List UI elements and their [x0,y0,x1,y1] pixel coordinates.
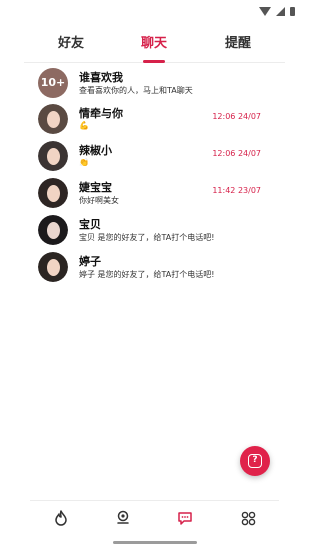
chat-preview: 💪 [79,121,89,130]
chat-preview: 👏 [79,158,89,167]
chat-time: 12:06 24/07 [212,149,261,158]
flame-icon [55,510,67,526]
avatar [38,215,68,245]
chat-row[interactable]: 婷子 婷子 是您的好友了，给TA打个电话吧! [0,252,309,289]
nav-more[interactable] [238,508,258,528]
nav-chat[interactable] [175,508,195,528]
avatar [38,252,68,282]
avatar [38,104,68,134]
chat-time: 12:06 24/07 [212,112,261,121]
chat-preview: 婷子 是您的好友了，给TA打个电话吧! [79,270,215,279]
chat-row[interactable]: 辣椒小 👏 12:06 24/07 [0,141,309,178]
bottom-divider [30,500,279,501]
avatar [38,141,68,171]
tab-reminders[interactable]: 提醒 [225,26,251,62]
chat-bubble-icon [178,511,192,525]
chat-preview: 查看喜欢你的人，马上和TA聊天 [79,86,193,95]
location-pin-icon [117,510,129,524]
chat-time: 11:42 23/07 [212,186,261,195]
chat-row-who-likes-me[interactable]: 10+ 谁喜欢我 查看喜欢你的人，马上和TA聊天 [0,68,309,105]
tab-chat[interactable]: 聊天 [141,26,167,62]
chat-name: 情牵与你 [79,107,123,120]
chat-name: 谁喜欢我 [79,71,123,84]
avatar [38,178,68,208]
bottom-nav [0,508,309,532]
chat-preview: 你好啊美女 [79,196,119,205]
chat-row[interactable]: 情牵与你 💪 12:06 24/07 [0,104,309,141]
tab-friends[interactable]: 好友 [58,26,84,62]
likes-count-avatar: 10+ [38,68,68,98]
chat-name: 宝贝 [79,218,101,231]
chat-name: 辣椒小 [79,144,112,157]
top-tabs: 好友 聊天 提醒 [0,26,309,63]
active-tab-indicator [143,60,165,63]
wifi-icon [259,7,271,16]
chat-name: 婕宝宝 [79,181,112,194]
chat-row[interactable]: 宝贝 宝贝 是您的好友了，给TA打个电话吧! [0,215,309,252]
nav-discover[interactable] [51,508,71,528]
chat-row[interactable]: 婕宝宝 你好啊美女 11:42 23/07 [0,178,309,215]
question-icon: ? [248,454,262,468]
grid-icon [241,511,255,525]
help-button[interactable]: ? [240,446,270,476]
nav-nearby[interactable] [113,508,133,528]
battery-icon [290,7,295,16]
status-icons [259,7,295,16]
chat-preview: 宝贝 是您的好友了，给TA打个电话吧! [79,233,215,242]
chat-name: 婷子 [79,255,101,268]
home-indicator[interactable] [113,541,197,544]
status-bar [0,0,309,26]
signal-icon [276,7,285,16]
